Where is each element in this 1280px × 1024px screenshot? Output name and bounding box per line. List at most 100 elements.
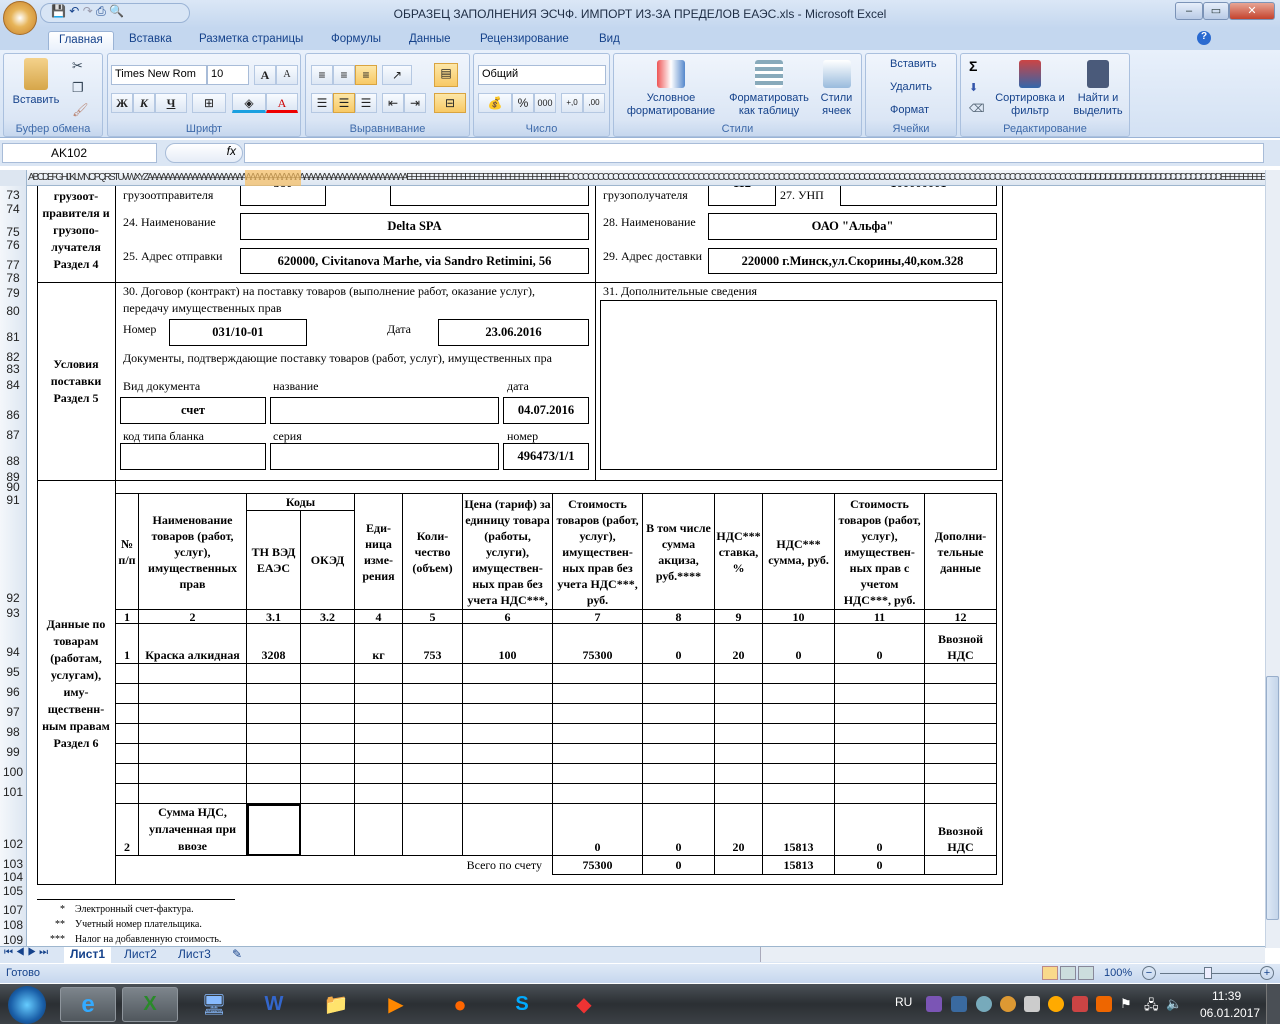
table-cell[interactable] (246, 783, 301, 804)
taskbar-remote-desktop-icon[interactable]: 🖥 (186, 987, 242, 1022)
table-cell[interactable] (924, 663, 998, 684)
table-cell[interactable]: Ввозной НДС (924, 623, 998, 664)
insert-function-button[interactable]: fx (165, 143, 243, 163)
table-cell[interactable] (642, 683, 716, 704)
table-cell[interactable] (354, 803, 404, 856)
row-header[interactable]: 78 (0, 271, 26, 285)
total-cell[interactable]: 0 (834, 855, 926, 875)
network-icon[interactable]: 🖧 (1144, 996, 1160, 1012)
column-number[interactable]: 3.1 (246, 609, 301, 624)
sheet-tab-1[interactable]: Лист1 (64, 947, 112, 963)
grow-font-button[interactable]: A (254, 65, 276, 85)
merge-center-button[interactable]: ⊟ (434, 93, 466, 113)
shipper-address-field[interactable]: 620000, Civitanova Marhe, via Sandro Ret… (240, 248, 589, 274)
table-cell[interactable] (834, 783, 926, 804)
tab-home[interactable]: Главная (48, 31, 114, 50)
total-cell[interactable]: 0 (642, 855, 716, 875)
row-header[interactable]: 81 (0, 330, 26, 344)
viber-icon[interactable] (926, 996, 942, 1012)
table-cell[interactable]: 753 (402, 623, 464, 664)
show-desktop-button[interactable] (1266, 984, 1280, 1024)
table-cell[interactable]: 15813 (762, 803, 836, 856)
notification-badge-icon[interactable] (1048, 996, 1064, 1012)
column-header[interactable]: Стоимость товаров (работ, услуг), имущес… (834, 493, 926, 610)
column-header[interactable]: Стоимость товаров (работ, услуг), имущес… (552, 493, 644, 610)
table-cell[interactable] (115, 743, 139, 764)
table-cell[interactable] (762, 683, 836, 704)
table-cell[interactable] (299, 683, 356, 704)
table-cell[interactable] (924, 743, 998, 764)
row-header[interactable]: 91 (0, 493, 26, 507)
table-cell[interactable] (462, 723, 554, 744)
formula-input[interactable] (244, 143, 1264, 163)
total-cell[interactable] (924, 855, 998, 875)
table-cell[interactable] (138, 663, 247, 684)
align-bottom-button[interactable]: ≡ (355, 65, 377, 85)
font-color-button[interactable]: A (266, 93, 298, 113)
column-header[interactable]: НДС*** сумма, руб. (762, 493, 836, 610)
conditional-formatting-button[interactable]: Условное форматирование (616, 60, 726, 118)
table-cell[interactable]: 0 (762, 623, 836, 664)
table-cell[interactable] (714, 683, 764, 704)
table-cell[interactable] (642, 703, 716, 724)
table-cell[interactable] (354, 703, 404, 724)
start-button[interactable] (8, 986, 46, 1024)
consignee-address-field[interactable]: 220000 г.Минск,ул.Скорины,40,ком.328 (708, 248, 997, 274)
column-header[interactable]: НДС*** ставка, % (714, 493, 764, 610)
table-cell[interactable] (354, 683, 404, 704)
column-header[interactable]: ОКЭД (299, 510, 356, 610)
row-header[interactable]: 96 (0, 685, 26, 699)
doc-type-field[interactable]: счет (120, 397, 266, 424)
percent-button[interactable]: % (512, 93, 534, 113)
extra-info-field[interactable] (600, 300, 997, 470)
zoom-level[interactable]: 100% (1104, 967, 1132, 979)
insert-sheet-icon[interactable]: ✎ (226, 947, 248, 963)
table-cell[interactable] (138, 683, 247, 704)
row-header[interactable]: 77 (0, 258, 26, 272)
column-number[interactable]: 6 (462, 609, 554, 624)
table-cell[interactable]: 1 (115, 623, 139, 664)
table-cell[interactable] (402, 743, 464, 764)
row-header[interactable]: 92 (0, 591, 26, 605)
column-header[interactable]: В том числе сумма акциза, руб.**** (642, 493, 716, 610)
row-header[interactable]: 94 (0, 645, 26, 659)
header-codes[interactable]: Коды (245, 493, 356, 511)
table-cell[interactable] (462, 743, 554, 764)
row-header[interactable]: 97 (0, 705, 26, 719)
table-cell[interactable]: 100 (462, 623, 554, 664)
row-header[interactable]: 73 (0, 188, 26, 202)
row-header[interactable]: 95 (0, 665, 26, 679)
column-header[interactable]: Наименование товаров (работ, услуг), иму… (138, 493, 247, 610)
table-cell[interactable] (299, 763, 356, 784)
column-header[interactable]: Еди-ница изме-рения (354, 493, 404, 610)
increase-decimal-button[interactable]: +,0 (561, 93, 583, 113)
paste-button[interactable]: Вставить (10, 58, 62, 107)
table-cell[interactable] (762, 703, 836, 724)
decrease-indent-button[interactable]: ⇤ (382, 93, 404, 113)
contract-number-field[interactable]: 031/10-01 (169, 319, 307, 346)
fill-icon[interactable]: ⬇ (969, 81, 978, 94)
table-cell[interactable]: 20 (714, 623, 764, 664)
table-cell[interactable] (138, 783, 247, 804)
table-cell[interactable]: кг (354, 623, 404, 664)
table-cell[interactable] (115, 763, 139, 784)
maximize-button[interactable]: ▭ (1203, 2, 1229, 20)
table-cell[interactable]: Краска алкидная (138, 623, 247, 664)
table-cell[interactable] (299, 803, 356, 856)
clock-app-icon[interactable] (976, 996, 992, 1012)
close-button[interactable]: ✕ (1229, 2, 1275, 20)
table-cell[interactable] (552, 723, 644, 744)
table-cell[interactable] (402, 683, 464, 704)
table-cell[interactable] (924, 763, 998, 784)
table-cell[interactable] (462, 783, 554, 804)
table-cell[interactable] (246, 743, 301, 764)
bold-button[interactable]: Ж (111, 93, 133, 113)
autosum-button[interactable]: Σ (969, 58, 977, 74)
column-header[interactable]: № п/п (115, 493, 139, 610)
java-icon[interactable] (1096, 996, 1112, 1012)
cell-styles-button[interactable]: Стили ячеек (814, 60, 859, 118)
table-cell[interactable]: 0 (834, 623, 926, 664)
table-cell[interactable] (642, 743, 716, 764)
worksheet-grid[interactable]: грузоот- правителя и грузопо- лучателя Р… (27, 186, 1265, 946)
orientation-button[interactable]: ↗ (382, 65, 412, 85)
